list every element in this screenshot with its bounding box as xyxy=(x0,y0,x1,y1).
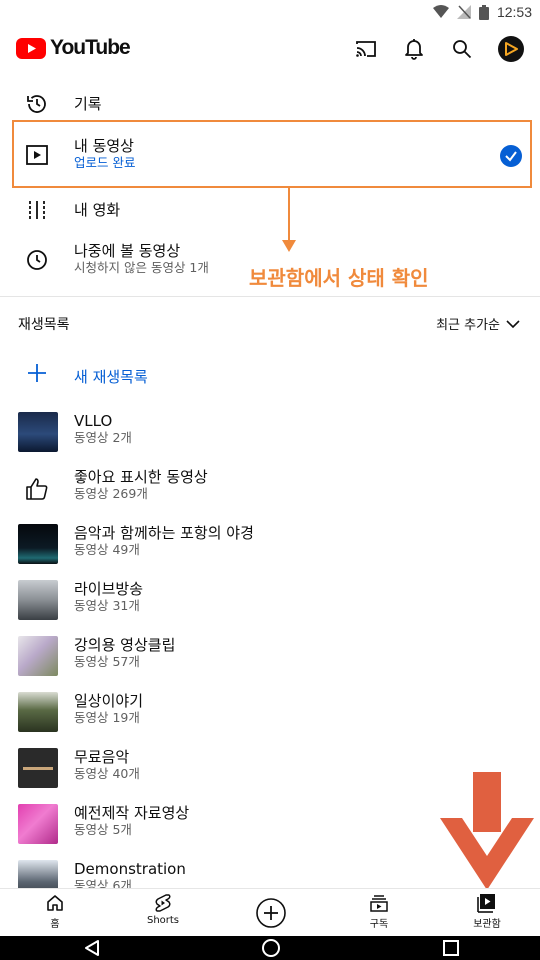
library-item-history[interactable]: 기록 xyxy=(0,88,540,120)
battery-icon xyxy=(478,4,489,20)
nav-home-label: 홈 xyxy=(50,919,60,930)
my-movies-label: 내 영화 xyxy=(74,201,121,219)
annotation-down-arrow xyxy=(440,772,534,890)
playlist-item[interactable]: 좋아요 표시한 동영상 동영상 269개 xyxy=(0,462,540,514)
new-playlist-label: 새 재생목록 xyxy=(74,368,148,386)
home-circle-icon[interactable] xyxy=(261,938,281,958)
system-navigation-bar xyxy=(0,936,540,960)
playlist-item[interactable]: 강의용 영상클립 동영상 57개 xyxy=(0,630,540,682)
sort-label: 최근 추가순 xyxy=(436,318,500,333)
cast-icon xyxy=(356,41,376,57)
section-divider xyxy=(0,296,540,297)
recents-icon[interactable] xyxy=(441,938,461,958)
search-icon xyxy=(453,40,472,59)
home-icon xyxy=(47,895,63,911)
playlist-title: Demonstration xyxy=(74,860,186,878)
my-videos-icon xyxy=(26,145,48,165)
nav-home[interactable]: 홈 xyxy=(15,893,95,930)
playlist-item[interactable]: VLLO 동영상 2개 xyxy=(0,406,540,458)
film-icon xyxy=(29,201,45,219)
playlist-thumbnail xyxy=(18,748,58,788)
clock-icon xyxy=(27,250,47,270)
search-button[interactable] xyxy=(450,37,474,61)
playlist-thumbnail xyxy=(18,580,58,620)
create-button[interactable] xyxy=(231,897,311,929)
history-label: 기록 xyxy=(74,95,102,113)
playlist-count: 동영상 31개 xyxy=(74,598,140,613)
subscriptions-icon xyxy=(370,895,388,912)
playlists-section-title: 재생목록 xyxy=(18,317,70,333)
playlist-thumbnail xyxy=(18,692,58,732)
playlist-thumbnail xyxy=(18,804,58,844)
library-item-my-movies[interactable]: 내 영화 xyxy=(0,194,540,226)
create-plus-icon xyxy=(256,898,286,928)
back-icon[interactable] xyxy=(82,938,102,958)
wifi-icon xyxy=(432,5,449,18)
nav-subscriptions[interactable]: 구독 xyxy=(339,893,419,930)
chevron-down-icon xyxy=(506,319,520,328)
thumbs-up-icon xyxy=(26,478,48,500)
playlist-thumbnail xyxy=(18,636,58,676)
playlist-count: 동영상 49개 xyxy=(74,542,140,557)
watch-later-count: 시청하지 않은 동영상 1개 xyxy=(74,260,209,275)
playlist-title: 강의용 영상클립 xyxy=(74,636,176,654)
playlist-title: VLLO xyxy=(74,412,113,430)
notifications-button[interactable] xyxy=(402,37,426,61)
playlist-title: 라이브방송 xyxy=(74,580,144,598)
no-signal-icon xyxy=(456,5,471,19)
youtube-logo[interactable]: YouTube xyxy=(16,36,131,60)
shorts-icon xyxy=(155,894,171,912)
playlist-count: 동영상 2개 xyxy=(74,430,132,445)
top-app-bar: YouTube xyxy=(0,28,540,72)
new-playlist-button[interactable]: 새 재생목록 xyxy=(0,358,540,394)
playlist-title: 예전제작 자료영상 xyxy=(74,804,190,822)
playlist-item[interactable]: 음악과 함께하는 포항의 야경 동영상 49개 xyxy=(0,518,540,570)
library-icon xyxy=(477,894,495,913)
playlist-count: 동영상 269개 xyxy=(74,486,148,501)
playlist-title: 음악과 함께하는 포항의 야경 xyxy=(74,524,254,542)
bell-icon xyxy=(405,39,423,60)
playlist-count: 동영상 5개 xyxy=(74,822,132,837)
plus-icon xyxy=(28,364,46,382)
upload-complete-check-icon xyxy=(500,145,522,167)
youtube-play-icon xyxy=(16,37,46,59)
status-time: 12:53 xyxy=(496,4,532,20)
nav-subscriptions-label: 구독 xyxy=(369,919,389,930)
channel-logo-icon xyxy=(505,42,518,56)
annotation-arrow-head xyxy=(282,240,296,252)
playlist-title: 일상이야기 xyxy=(74,692,144,710)
library-item-my-videos[interactable]: 내 동영상 업로드 완료 xyxy=(0,124,540,186)
playlist-title: 무료음악 xyxy=(74,748,130,766)
playlist-count: 동영상 57개 xyxy=(74,654,140,669)
playlist-count: 동영상 40개 xyxy=(74,766,140,781)
cast-button[interactable] xyxy=(354,37,378,61)
playlist-thumbnail xyxy=(18,524,58,564)
playlist-thumbnail xyxy=(18,412,58,452)
avatar[interactable] xyxy=(498,36,524,62)
sort-dropdown[interactable]: 최근 추가순 xyxy=(436,314,520,333)
watch-later-label: 나중에 볼 동영상 xyxy=(74,242,181,260)
bottom-navigation: 홈 Shorts 구독 보관함 xyxy=(0,888,540,936)
nav-library-label: 보관함 xyxy=(473,919,501,930)
annotation-text: 보관함에서 상태 확인 xyxy=(249,266,429,290)
upload-status-text: 업로드 완료 xyxy=(74,155,136,170)
history-icon xyxy=(27,95,46,113)
playlist-item[interactable]: 라이브방송 동영상 31개 xyxy=(0,574,540,626)
playlist-title: 좋아요 표시한 동영상 xyxy=(74,468,208,486)
nav-library[interactable]: 보관함 xyxy=(447,893,527,930)
playlist-item[interactable]: 일상이야기 동영상 19개 xyxy=(0,686,540,738)
my-videos-label: 내 동영상 xyxy=(74,137,134,155)
nav-shorts-label: Shorts xyxy=(146,915,180,926)
logo-text: YouTube xyxy=(50,36,131,59)
playlist-count: 동영상 19개 xyxy=(74,710,140,725)
nav-shorts[interactable]: Shorts xyxy=(123,893,203,926)
annotation-arrow-line xyxy=(288,188,290,240)
status-bar: 12:53 xyxy=(0,0,540,28)
